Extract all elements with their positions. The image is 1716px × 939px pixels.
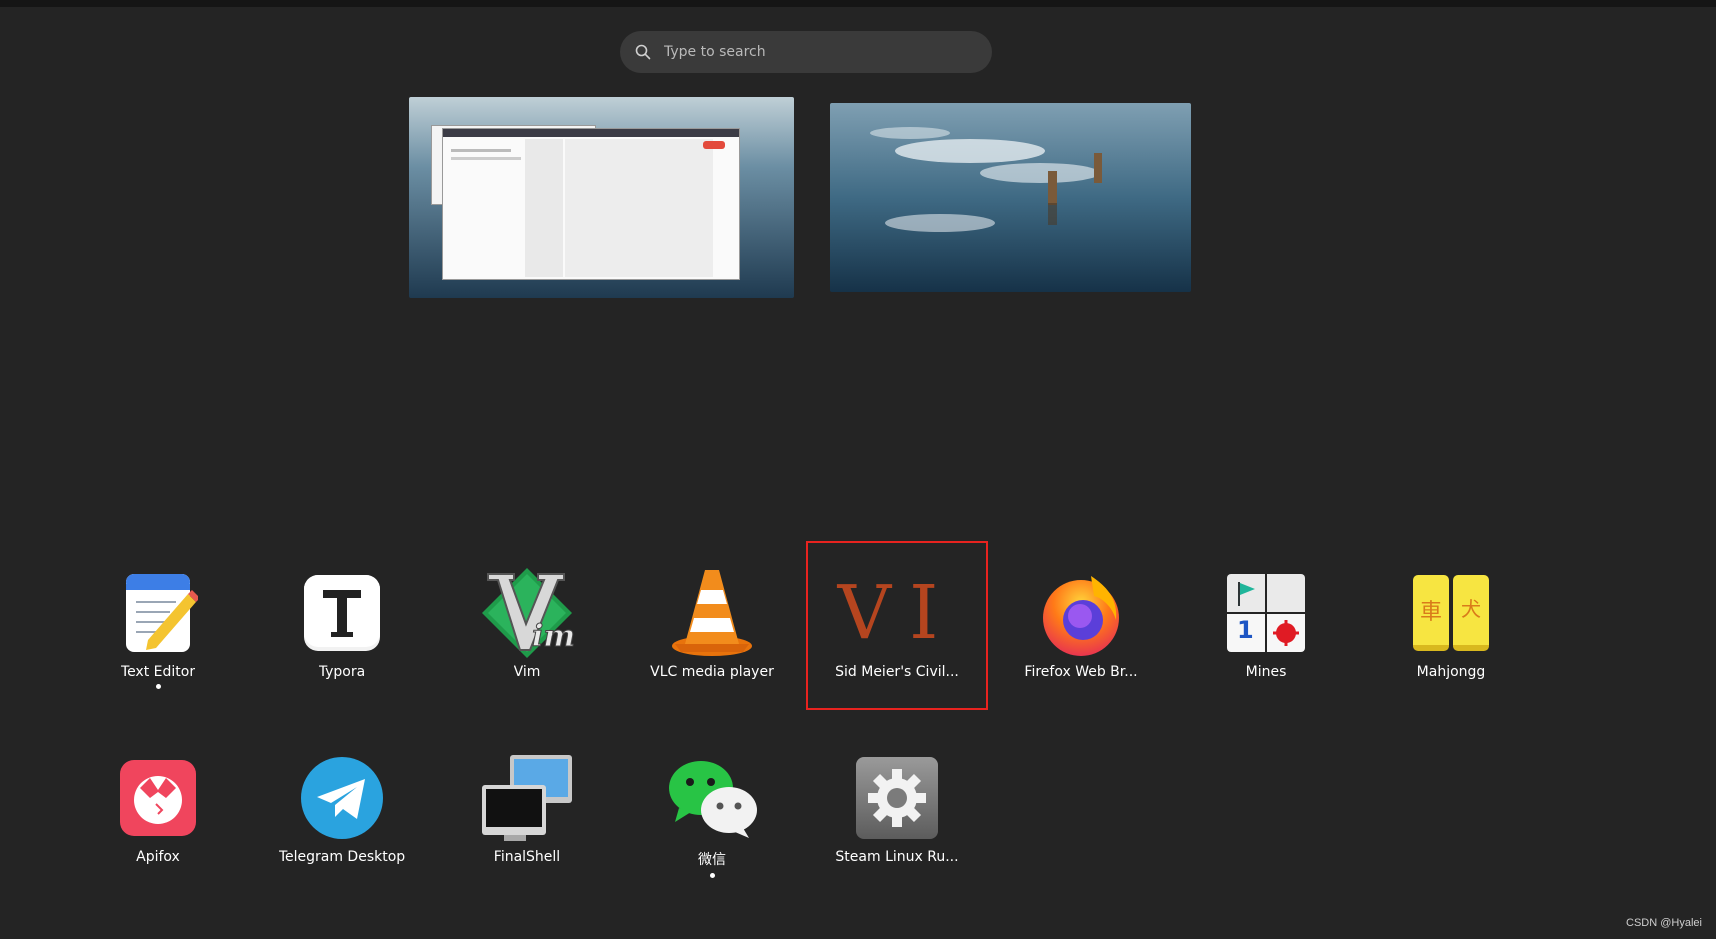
app-text-editor[interactable]: Text Editor bbox=[73, 556, 243, 706]
mines-icon: 1 bbox=[1219, 566, 1313, 660]
app-telegram[interactable]: Telegram Desktop bbox=[257, 741, 427, 891]
finalshell-icon bbox=[480, 751, 574, 845]
app-steam-linux-runtime[interactable]: Steam Linux Ru... bbox=[812, 741, 982, 891]
watermark: CSDN @Hyalei bbox=[1626, 917, 1702, 929]
app-label: Mines bbox=[1245, 664, 1287, 680]
wechat-icon bbox=[665, 751, 759, 845]
running-indicator bbox=[155, 684, 161, 689]
app-label: Steam Linux Ru... bbox=[835, 849, 959, 865]
app-typora[interactable]: Typora bbox=[257, 556, 427, 706]
search-bar[interactable] bbox=[620, 31, 992, 73]
app-label: 微信 bbox=[698, 852, 726, 868]
app-label: VLC media player bbox=[650, 664, 774, 680]
apifox-icon bbox=[111, 751, 205, 845]
app-apifox[interactable]: Apifox bbox=[73, 741, 243, 891]
running-indicator bbox=[709, 873, 715, 878]
telegram-icon bbox=[295, 751, 389, 845]
text-editor-icon bbox=[111, 566, 205, 660]
app-label: Typora bbox=[318, 664, 366, 680]
app-firefox[interactable]: Firefox Web Br... bbox=[996, 556, 1166, 706]
app-mines[interactable]: 1 Mines bbox=[1181, 556, 1351, 706]
top-bar bbox=[0, 0, 1716, 7]
svg-text:im: im bbox=[532, 619, 574, 654]
vim-icon: im bbox=[480, 566, 574, 660]
app-wechat[interactable]: 微信 bbox=[627, 741, 797, 891]
app-label: FinalShell bbox=[493, 849, 561, 865]
workspace-thumbnail-1[interactable] bbox=[409, 97, 794, 298]
firefox-icon bbox=[1034, 566, 1128, 660]
app-mahjongg[interactable]: 車 犬 Mahjongg bbox=[1366, 556, 1536, 706]
steam-linux-runtime-icon bbox=[850, 751, 944, 845]
app-label: Telegram Desktop bbox=[278, 849, 406, 865]
workspace-thumbnail-2[interactable] bbox=[830, 103, 1191, 292]
app-label: Mahjongg bbox=[1416, 664, 1486, 680]
window-preview-browser bbox=[442, 128, 740, 280]
wallpaper bbox=[830, 103, 1191, 292]
app-label: Sid Meier's Civil... bbox=[835, 664, 959, 680]
mahjongg-icon: 車 犬 bbox=[1404, 566, 1498, 660]
app-vim[interactable]: im Vim bbox=[442, 556, 612, 706]
app-civilization-vi[interactable]: VI Sid Meier's Civil... bbox=[812, 556, 982, 706]
app-label: Apifox bbox=[136, 849, 180, 865]
search-icon bbox=[635, 44, 651, 60]
app-label: Text Editor bbox=[120, 664, 196, 680]
search-input[interactable] bbox=[664, 44, 984, 60]
app-vlc[interactable]: VLC media player bbox=[627, 556, 797, 706]
app-label: Firefox Web Br... bbox=[1024, 664, 1138, 680]
vlc-icon bbox=[665, 566, 759, 660]
app-finalshell[interactable]: FinalShell bbox=[442, 741, 612, 891]
typora-icon bbox=[295, 566, 389, 660]
civilization-vi-icon: VI bbox=[837, 570, 957, 656]
app-label: Vim bbox=[513, 664, 541, 680]
